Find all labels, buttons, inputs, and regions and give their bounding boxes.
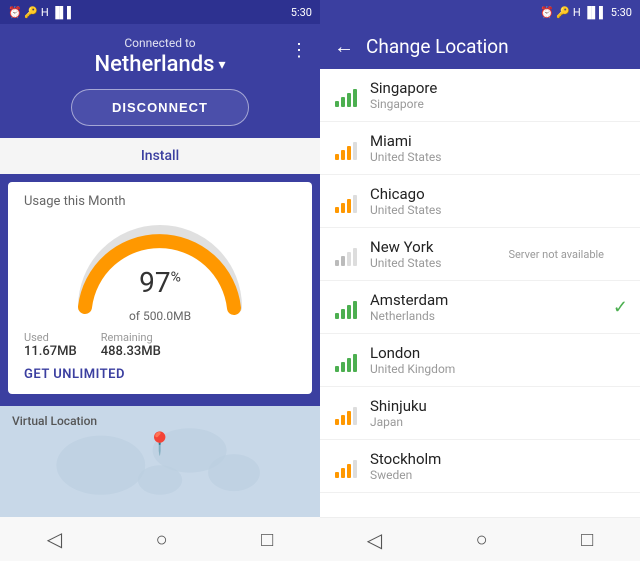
location-text: ShinjukuJapan — [370, 397, 626, 429]
location-list: SingaporeSingaporeMiamiUnited StatesChic… — [320, 69, 640, 517]
location-text: SingaporeSingapore — [370, 79, 626, 111]
usage-gauge: 97% — [70, 217, 250, 307]
change-location-header: ← Change Location — [320, 24, 640, 69]
usage-card: Usage this Month 97% of 500.0MB Used 11.… — [8, 182, 312, 394]
usage-stats: Used 11.67MB Remaining 488.33MB — [24, 331, 296, 359]
left-panel: ⏰ 🔑 H ▐▌▌ 5:30 Connected to Netherlands … — [0, 0, 320, 561]
vpn-header: Connected to Netherlands ▾ ⋮ — [0, 24, 320, 85]
signal-strength-icon — [334, 136, 358, 160]
install-banner: Install — [0, 138, 320, 174]
signal-strength-icon — [334, 401, 358, 425]
disconnect-button[interactable]: DISCONNECT — [71, 89, 249, 126]
time-left: 5:30 — [291, 6, 312, 19]
back-nav-left[interactable]: ◁ — [47, 527, 62, 551]
location-country: United States — [370, 203, 626, 217]
back-icon[interactable]: ← — [334, 34, 354, 59]
connected-to-label: Connected to — [16, 36, 304, 50]
location-country: Sweden — [370, 468, 626, 482]
square-nav-right[interactable]: □ — [581, 527, 593, 552]
location-city: Miami — [370, 132, 626, 150]
status-bar-left: ⏰ 🔑 H ▐▌▌ 5:30 — [0, 0, 320, 24]
signal-strength-icon — [334, 454, 358, 478]
location-country: Netherlands — [370, 309, 626, 323]
map-pin: 📍 — [146, 432, 173, 457]
location-item[interactable]: SingaporeSingapore — [320, 69, 640, 122]
signal-strength-icon — [334, 295, 358, 319]
signal-strength-icon — [334, 83, 358, 107]
gauge-percent: 97% — [139, 266, 181, 299]
location-item[interactable]: ShinjukuJapan — [320, 387, 640, 440]
location-city: Shinjuku — [370, 397, 626, 415]
change-location-title: Change Location — [366, 35, 509, 58]
nav-bar-left: ◁ ○ □ — [0, 517, 320, 561]
location-city: Stockholm — [370, 450, 626, 468]
location-country: Japan — [370, 415, 626, 429]
more-options-icon[interactable]: ⋮ — [290, 40, 308, 61]
map-svg — [0, 406, 320, 517]
remaining-stat: Remaining 488.33MB — [101, 331, 161, 359]
install-link[interactable]: Install — [141, 148, 179, 164]
location-item[interactable]: AmsterdamNetherlands✓ — [320, 281, 640, 334]
location-item[interactable]: LondonUnited Kingdom — [320, 334, 640, 387]
status-icons-right: ⏰ 🔑 H ▐▌▌ — [540, 6, 607, 19]
signal-strength-icon — [334, 189, 358, 213]
home-nav-right[interactable]: ○ — [476, 527, 488, 552]
get-unlimited-button[interactable]: GET UNLIMITED — [24, 367, 296, 382]
location-item[interactable]: New YorkUnited StatesServer not availabl… — [320, 228, 640, 281]
location-item[interactable]: StockholmSweden — [320, 440, 640, 493]
status-icons-left: ⏰ 🔑 H ▐▌▌ — [8, 6, 75, 19]
usage-title: Usage this Month — [24, 194, 296, 209]
back-nav-right[interactable]: ◁ — [367, 528, 382, 552]
location-city: Amsterdam — [370, 291, 626, 309]
location-text: MiamiUnited States — [370, 132, 626, 164]
home-nav-left[interactable]: ○ — [156, 527, 168, 552]
location-country: United States — [370, 150, 626, 164]
signal-strength-icon — [334, 348, 358, 372]
location-city: London — [370, 344, 626, 362]
selected-checkmark-icon: ✓ — [613, 297, 628, 318]
time-right: 5:30 — [611, 6, 632, 19]
signal-strength-icon — [334, 242, 358, 266]
location-text: AmsterdamNetherlands — [370, 291, 626, 323]
location-text: ChicagoUnited States — [370, 185, 626, 217]
location-item[interactable]: ChicagoUnited States — [320, 175, 640, 228]
status-bar-right: ⏰ 🔑 H ▐▌▌ 5:30 — [320, 0, 640, 24]
location-country: United Kingdom — [370, 362, 626, 376]
map-container: Virtual Location 📍 — [0, 406, 320, 517]
square-nav-left[interactable]: □ — [261, 527, 273, 552]
connected-country: Netherlands ▾ — [16, 52, 304, 77]
chevron-down-icon: ▾ — [218, 57, 225, 73]
location-city: Singapore — [370, 79, 626, 97]
nav-bar-right: ◁ ○ □ — [320, 517, 640, 561]
location-city: Chicago — [370, 185, 626, 203]
location-country: Singapore — [370, 97, 626, 111]
location-text: StockholmSweden — [370, 450, 626, 482]
used-stat: Used 11.67MB — [24, 331, 77, 359]
location-text: LondonUnited Kingdom — [370, 344, 626, 376]
location-item[interactable]: MiamiUnited States — [320, 122, 640, 175]
server-unavailable-label: Server not available — [508, 248, 604, 261]
right-panel: ⏰ 🔑 H ▐▌▌ 5:30 ← Change Location Singapo… — [320, 0, 640, 561]
